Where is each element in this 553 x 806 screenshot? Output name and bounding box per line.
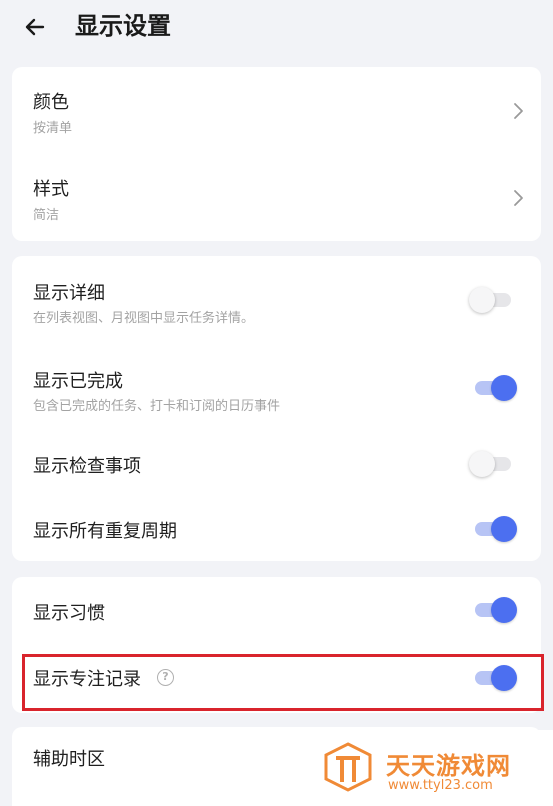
color-row[interactable]: 颜色 按清单: [12, 67, 541, 154]
show-details-title: 显示详细: [33, 283, 105, 304]
display-options-card: 显示详细 在列表视图、月视图中显示任务详情。 显示已完成 包含已完成的任务、打卡…: [12, 256, 541, 561]
watermark-brand: 天天游戏网: [386, 752, 511, 780]
toggle-knob: [491, 665, 517, 691]
show-completed-title: 显示已完成: [33, 371, 123, 392]
show-focus-title: 显示专注记录: [33, 669, 141, 690]
show-details-desc: 在列表视图、月视图中显示任务详情。: [33, 311, 255, 326]
toggle-knob: [469, 451, 495, 477]
toggle-knob: [491, 375, 517, 401]
show-all-repeats-toggle[interactable]: [469, 514, 517, 544]
show-habits-title: 显示习惯: [33, 603, 105, 624]
style-title: 样式: [33, 179, 69, 200]
style-row[interactable]: 样式 简洁: [12, 154, 541, 241]
show-checklist-toggle[interactable]: [469, 449, 517, 479]
help-icon[interactable]: ?: [157, 669, 174, 686]
toggle-knob: [491, 597, 517, 623]
show-all-repeats-row: 显示所有重复周期: [12, 497, 541, 561]
show-habits-row: 显示习惯: [12, 577, 541, 643]
show-completed-row: 显示已完成 包含已完成的任务、打卡和订阅的日历事件: [12, 344, 541, 432]
chevron-right-icon: [514, 103, 523, 119]
show-checklist-title: 显示检查事项: [33, 456, 141, 477]
show-checklist-row: 显示检查事项: [12, 432, 541, 497]
show-completed-toggle[interactable]: [469, 373, 517, 403]
top-bar: 显示设置: [0, 0, 553, 56]
page-title: 显示设置: [75, 12, 171, 40]
show-details-toggle[interactable]: [469, 285, 517, 315]
show-focus-toggle[interactable]: [469, 663, 517, 693]
chevron-right-icon: [514, 190, 523, 206]
toggle-knob: [469, 287, 495, 313]
color-title: 颜色: [33, 92, 69, 113]
appearance-card: 颜色 按清单 样式 简洁: [12, 67, 541, 241]
style-value: 简洁: [33, 208, 60, 223]
toggle-knob: [491, 516, 517, 542]
watermark-logo-icon: [324, 742, 372, 792]
arrow-left-icon: [25, 18, 45, 36]
show-focus-row: 显示专注记录 ?: [12, 643, 541, 713]
aux-timezone-title: 辅助时区: [33, 749, 105, 770]
back-button[interactable]: [18, 10, 52, 44]
watermark: 天天游戏网 www.ttyl23.com: [306, 730, 553, 806]
watermark-url: www.ttyl23.com: [388, 778, 493, 793]
color-value: 按清单: [33, 121, 73, 136]
show-completed-desc: 包含已完成的任务、打卡和订阅的日历事件: [33, 399, 281, 414]
show-habits-toggle[interactable]: [469, 595, 517, 625]
habits-focus-card: 显示习惯 显示专注记录 ?: [12, 577, 541, 713]
show-details-row: 显示详细 在列表视图、月视图中显示任务详情。: [12, 256, 541, 344]
show-all-repeats-title: 显示所有重复周期: [33, 521, 177, 542]
